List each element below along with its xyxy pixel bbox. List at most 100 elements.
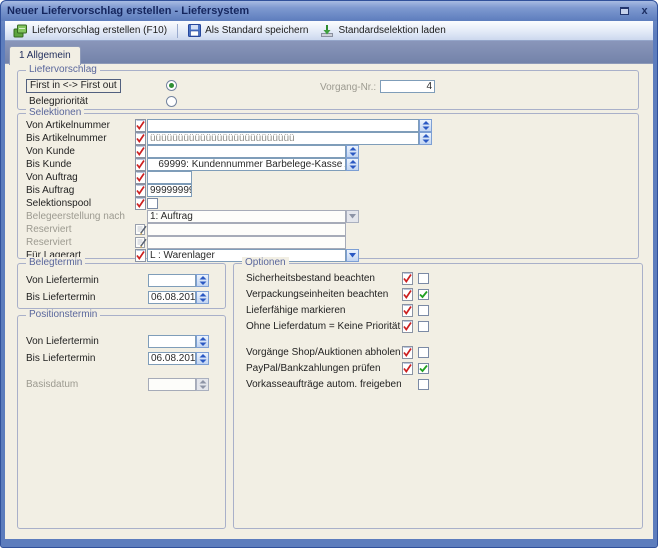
checkbox[interactable] [418, 347, 429, 358]
field-value: 69999: Kundennummer Barbelege-Kasse Auto… [150, 160, 346, 170]
checkbox[interactable] [418, 321, 429, 332]
check-red-toggle-icon[interactable] [134, 197, 147, 210]
field-control [148, 274, 209, 287]
check-red-toggle-icon[interactable] [134, 145, 147, 158]
field-control [147, 223, 346, 236]
field-value: 1: Auftrag [150, 212, 193, 222]
selektionen-row: Von Artikelnummer [18, 119, 638, 132]
spinner-button[interactable] [196, 378, 209, 391]
checkbox[interactable] [418, 305, 429, 316]
spinner-button[interactable] [419, 119, 432, 132]
toolbar-button-label: Standardselektion laden [338, 25, 445, 36]
group-positionstermin: Positionstermin Von LieferterminBis Lief… [17, 315, 226, 529]
spinner-button[interactable] [196, 291, 209, 304]
field-input[interactable]: 06.08.2012 /Mo [148, 291, 196, 304]
field-value: 06.08.2012 /Mo [151, 354, 196, 364]
dropdown-arrow-button[interactable] [346, 249, 359, 262]
selektionen-row: Von Kunde [18, 145, 638, 158]
field-input[interactable] [147, 171, 192, 184]
check-red-toggle-icon[interactable] [401, 362, 414, 375]
group-belegtermin: Belegtermin Von LieferterminBis Lieferte… [17, 263, 226, 309]
field-label: Selektionspool [18, 198, 134, 209]
create-delivery-proposal-button[interactable]: Liefervorschlag erstellen (F10) [9, 22, 171, 39]
check-red-toggle-icon[interactable] [401, 288, 414, 301]
spinner-button[interactable] [196, 274, 209, 287]
field-input[interactable]: üüüüüüüüüüüüüüüüüüüüüüüüüü [147, 132, 419, 145]
dialog-content: Liefervorschlag First in <-> First out B… [5, 63, 653, 539]
option-row: Vorkasseaufträge autom. freigeben [234, 376, 642, 392]
check-red-toggle-icon[interactable] [134, 249, 147, 262]
field-label: Von Kunde [18, 146, 134, 157]
tab-allgemein[interactable]: 1 Allgemein [9, 46, 81, 65]
check-red-toggle-icon[interactable] [134, 158, 147, 171]
field-control [147, 119, 432, 132]
option-label: Vorkasseaufträge autom. freigeben [234, 379, 401, 390]
check-red-toggle-icon[interactable] [134, 171, 147, 184]
checkbox[interactable] [418, 273, 429, 284]
spinner-button[interactable] [346, 158, 359, 171]
option-row: PayPal/Bankzahlungen prüfen [234, 360, 642, 376]
radio-belegprioritaet[interactable] [166, 96, 177, 107]
field-label: Von Liefertermin [18, 275, 148, 286]
field-input[interactable] [148, 378, 196, 391]
check-red-toggle-icon[interactable] [134, 119, 147, 132]
vorgang-nr-input[interactable]: 4 [380, 80, 435, 93]
toolbar-separator [177, 24, 178, 38]
field-label: Von Artikelnummer [18, 120, 134, 131]
selektionen-rows: Von ArtikelnummerBis Artikelnummerüüüüüü… [18, 114, 638, 262]
field-input[interactable] [147, 145, 346, 158]
spinner-button[interactable] [196, 352, 209, 365]
package-green-icon [13, 24, 28, 38]
check-red-toggle-icon[interactable] [401, 346, 414, 359]
field-control [147, 171, 192, 184]
field-control [148, 335, 209, 348]
field-input[interactable]: 1: Auftrag [147, 210, 346, 223]
radio-label-first-in-first-out[interactable]: First in <-> First out [26, 79, 121, 93]
field-input[interactable]: 69999: Kundennummer Barbelege-Kasse Auto… [147, 158, 346, 171]
option-label: Verpackungseinheiten beachten [234, 289, 401, 300]
field-input[interactable] [148, 335, 196, 348]
field-value: 99999999 [150, 186, 189, 196]
field-control [147, 236, 346, 249]
restore-window-button[interactable] [618, 5, 631, 18]
option-row: Lieferfähige markieren [234, 302, 642, 318]
selektionen-row: Bis Kunde 69999: Kundennummer Barbelege-… [18, 158, 638, 171]
load-selection-icon [320, 24, 334, 38]
field-label: Belegeerstellung nach [18, 211, 134, 222]
field-control: 99999999 [147, 184, 192, 197]
checkbox[interactable] [147, 198, 158, 209]
dropdown-arrow-button[interactable] [346, 210, 359, 223]
field-input[interactable]: 06.08.2012 /Mo [148, 352, 196, 365]
spinner-button[interactable] [419, 132, 432, 145]
field-input[interactable] [148, 274, 196, 287]
radio-first-in-first-out[interactable] [166, 80, 177, 91]
group-caption: Optionen [242, 257, 289, 268]
date-row: Bis Liefertermin06.08.2012 /Mo [18, 350, 225, 367]
check-red-toggle-icon[interactable] [401, 272, 414, 285]
field-input[interactable] [147, 119, 419, 132]
spinner-button[interactable] [196, 335, 209, 348]
radio-label-belegprioritaet[interactable]: Belegpriorität [29, 96, 88, 107]
field-label: Bis Liefertermin [18, 292, 148, 303]
close-window-button[interactable]: x [638, 5, 651, 18]
save-as-standard-button[interactable]: Als Standard speichern [184, 22, 312, 39]
check-red-toggle-icon[interactable] [401, 304, 414, 317]
option-row: Verpackungseinheiten beachten [234, 286, 642, 302]
field-input[interactable] [147, 236, 346, 249]
check-red-toggle-icon[interactable] [134, 184, 147, 197]
checkbox[interactable] [418, 289, 429, 300]
field-input[interactable]: 99999999 [147, 184, 192, 197]
option-label: Vorgänge Shop/Auktionen abholen [234, 347, 401, 358]
spinner-button[interactable] [346, 145, 359, 158]
option-label: PayPal/Bankzahlungen prüfen [234, 363, 401, 374]
field-input[interactable] [147, 223, 346, 236]
checkbox[interactable] [418, 363, 429, 374]
load-standard-selection-button[interactable]: Standardselektion laden [316, 22, 449, 39]
check-red-toggle-icon[interactable] [134, 132, 147, 145]
checkbox[interactable] [418, 379, 429, 390]
field-label: Bis Kunde [18, 159, 134, 170]
check-red-toggle-icon[interactable] [401, 320, 414, 333]
selektionen-row: Bis Auftrag99999999 [18, 184, 638, 197]
positionstermin-rows: Von LieferterminBis Liefertermin06.08.20… [18, 316, 225, 393]
tab-strip: 1 Allgemein [5, 41, 653, 64]
